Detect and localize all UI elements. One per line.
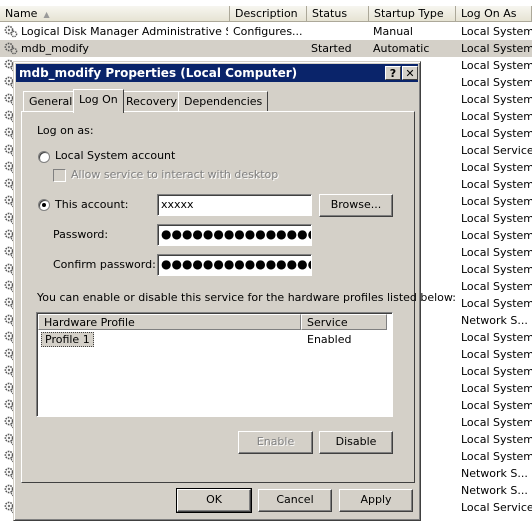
service-log-on-as: Local Service bbox=[461, 501, 532, 514]
sort-ascending-icon: ▲ bbox=[43, 10, 50, 19]
properties-dialog: mdb_modify Properties (Local Computer) ?… bbox=[13, 61, 456, 521]
service-log-on-as: Network S... bbox=[461, 314, 528, 327]
column-header-description[interactable]: Description bbox=[230, 6, 307, 22]
apply-button[interactable]: Apply bbox=[339, 489, 413, 512]
tab-general[interactable]: General bbox=[23, 91, 79, 111]
confirm-password-label: Confirm password: bbox=[53, 258, 156, 271]
password-label: Password: bbox=[53, 228, 109, 241]
dialog-title: mdb_modify Properties (Local Computer) bbox=[19, 66, 298, 80]
service-log-on-as: Local System bbox=[461, 212, 532, 225]
service-log-on-as: Local System bbox=[461, 263, 532, 276]
allow-interact-checkbox[interactable] bbox=[53, 169, 66, 182]
service-log-on-as: Local System bbox=[461, 450, 532, 463]
service-log-on-as: Local System bbox=[461, 25, 532, 38]
service-description: Configures... bbox=[233, 25, 303, 38]
this-account-radio[interactable] bbox=[38, 199, 50, 211]
service-log-on-as: Local System bbox=[461, 76, 532, 89]
service-log-on-as: Local System bbox=[461, 195, 532, 208]
service-log-on-as: Network S... bbox=[461, 484, 528, 497]
column-header-name[interactable]: Name ▲ bbox=[0, 6, 230, 22]
allow-interact-label: Allow service to interact with desktop bbox=[71, 168, 279, 181]
service-startup-type: Automatic bbox=[373, 42, 430, 55]
services-list-header: Name ▲ Description Status Startup Type Lo… bbox=[0, 6, 532, 22]
service-startup-type: Manual bbox=[373, 25, 413, 38]
local-system-radio[interactable] bbox=[38, 151, 50, 163]
tab-recovery[interactable]: Recovery bbox=[120, 91, 184, 111]
service-name: mdb_modify bbox=[21, 42, 89, 55]
service-log-on-as: Local System bbox=[461, 161, 532, 174]
dialog-titlebar[interactable]: mdb_modify Properties (Local Computer) ?… bbox=[16, 64, 418, 82]
account-field[interactable]: xxxxx bbox=[157, 194, 312, 216]
profile-row[interactable]: Profile 1 bbox=[41, 332, 94, 348]
service-gear-icon bbox=[4, 25, 18, 38]
column-header-hardware-profile[interactable]: Hardware Profile bbox=[38, 314, 301, 330]
service-log-on-as: Local System bbox=[461, 110, 532, 123]
service-name: Logical Disk Manager Administrative Ser.… bbox=[21, 25, 228, 38]
service-log-on-as: Local System bbox=[461, 365, 532, 378]
tab-log-on[interactable]: Log On bbox=[73, 89, 124, 113]
service-row[interactable]: Logical Disk Manager Administrative Ser.… bbox=[0, 23, 532, 40]
service-status: Started bbox=[311, 42, 352, 55]
disable-button[interactable]: Disable bbox=[319, 431, 393, 454]
service-log-on-as: Local System bbox=[461, 178, 532, 191]
profile-service-status: Enabled bbox=[307, 333, 352, 346]
profile-name: Profile 1 bbox=[41, 332, 94, 347]
confirm-password-field[interactable]: ●●●●●●●●●●●●●●● bbox=[157, 254, 312, 276]
service-log-on-as: Local System bbox=[461, 331, 532, 344]
service-log-on-as: Local System bbox=[461, 399, 532, 412]
column-header-log-on-as[interactable]: Log On As bbox=[456, 6, 532, 22]
service-log-on-as: Local System bbox=[461, 246, 532, 259]
password-field[interactable]: ●●●●●●●●●●●●●●● bbox=[157, 224, 312, 246]
ok-button[interactable]: OK bbox=[176, 488, 252, 513]
browse-button[interactable]: Browse... bbox=[319, 194, 393, 217]
close-button[interactable]: ✕ bbox=[402, 66, 418, 80]
service-log-on-as: Network S... bbox=[461, 467, 528, 480]
cancel-button[interactable]: Cancel bbox=[258, 489, 332, 512]
service-log-on-as: Local System bbox=[461, 229, 532, 242]
service-log-on-as: Local Service bbox=[461, 144, 532, 157]
log-on-as-label: Log on as: bbox=[37, 124, 94, 137]
service-log-on-as: Local System bbox=[461, 348, 532, 361]
service-log-on-as: Local System bbox=[461, 59, 532, 72]
service-log-on-as: Local System bbox=[461, 382, 532, 395]
column-header-service[interactable]: Service bbox=[301, 314, 387, 330]
column-header-status[interactable]: Status bbox=[307, 6, 369, 22]
service-row-selected[interactable]: mdb_modify Started Automatic Local Syste… bbox=[0, 40, 532, 57]
service-gear-icon bbox=[4, 42, 18, 55]
service-log-on-as: Local System bbox=[461, 416, 532, 429]
local-system-label[interactable]: Local System account bbox=[55, 149, 175, 162]
enable-button[interactable]: Enable bbox=[238, 431, 313, 454]
service-log-on-as: Local System bbox=[461, 42, 532, 55]
service-status bbox=[311, 23, 367, 40]
service-log-on-as: Local System bbox=[461, 297, 532, 310]
column-header-startup-type[interactable]: Startup Type bbox=[369, 6, 456, 22]
service-description bbox=[233, 40, 305, 57]
service-log-on-as: Local System bbox=[461, 127, 532, 140]
service-log-on-as: Local System bbox=[461, 93, 532, 106]
hardware-profiles-list[interactable]: Hardware Profile Service Profile 1 Enabl… bbox=[36, 312, 393, 417]
service-log-on-as: Local System bbox=[461, 433, 532, 446]
service-log-on-as: Local System bbox=[461, 280, 532, 293]
tab-dependencies[interactable]: Dependencies bbox=[178, 91, 269, 111]
profiles-description: You can enable or disable this service f… bbox=[37, 291, 457, 304]
help-button[interactable]: ? bbox=[385, 66, 401, 80]
this-account-label[interactable]: This account: bbox=[55, 198, 129, 211]
logon-tab-panel: Log on as: Local System account Allow se… bbox=[21, 111, 456, 483]
